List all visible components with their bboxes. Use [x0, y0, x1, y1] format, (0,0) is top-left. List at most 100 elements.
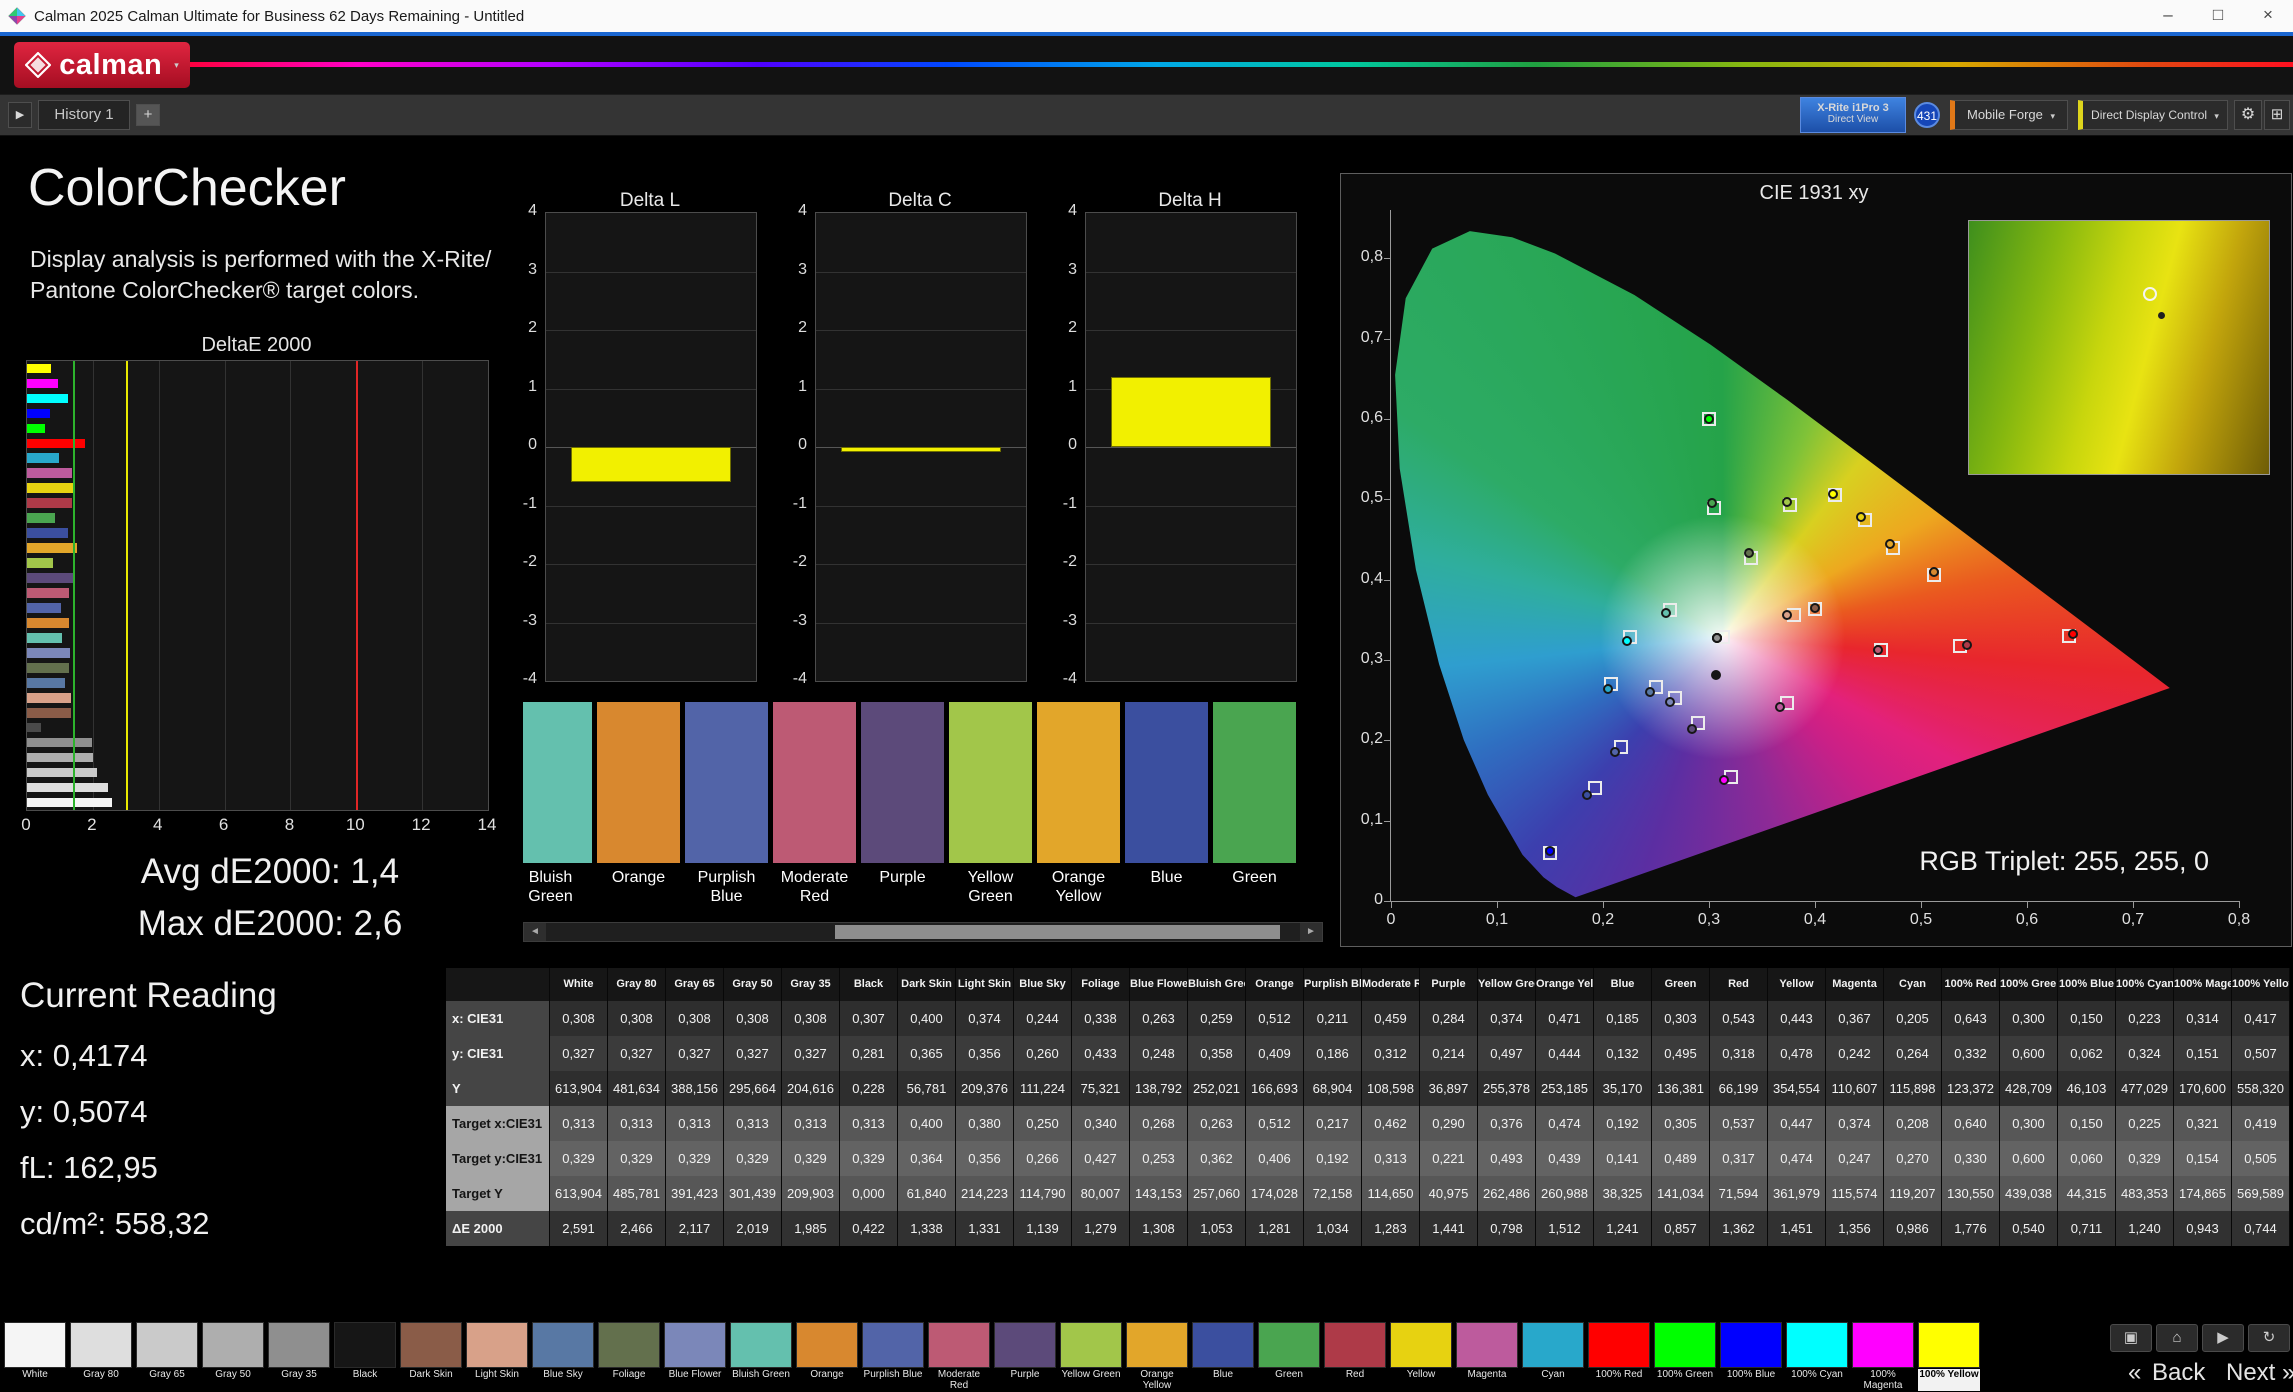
patch-item[interactable]: Gray 80 [70, 1322, 132, 1392]
patch-item[interactable]: Yellow [1390, 1322, 1452, 1392]
play-icon[interactable]: ▶ [2202, 1324, 2244, 1352]
patch-color-block [1324, 1322, 1386, 1368]
tab-history-1[interactable]: History 1 [38, 100, 130, 130]
patch-item[interactable]: Gray 50 [202, 1322, 264, 1392]
table-cell: 80,007 [1072, 1176, 1130, 1211]
table-cell: 260,988 [1536, 1176, 1594, 1211]
swatch-scrollbar[interactable]: ◄ ► [523, 922, 1323, 942]
table-cell: 0,270 [1884, 1141, 1942, 1176]
table-row: Target Y613,904485,781391,423301,439209,… [446, 1176, 2290, 1211]
back-button[interactable]: Back [2152, 1358, 2205, 1388]
source-select-button[interactable]: Mobile Forge ▾ [1950, 100, 2068, 130]
patch-item[interactable]: Red [1324, 1322, 1386, 1392]
cie-y-tick-label: 0 [1345, 891, 1383, 909]
deltae-bar [27, 768, 97, 778]
delta-y-tick-label: -3 [1045, 612, 1077, 630]
scroll-left-icon[interactable]: ◄ [524, 923, 546, 941]
table-cell: 613,904 [550, 1071, 608, 1106]
workspace-columns-icon[interactable]: ⊞ [2264, 100, 2290, 130]
patch-item[interactable]: Orange Yellow [1126, 1322, 1188, 1392]
delta-bar [571, 447, 731, 482]
add-tab-button[interactable]: + [136, 104, 160, 126]
patch-item[interactable]: 100% Yellow [1918, 1322, 1980, 1392]
close-icon[interactable]: × [2243, 0, 2293, 32]
table-cell: 0,439 [1536, 1141, 1594, 1176]
table-cell: 0,313 [724, 1106, 782, 1141]
patch-color-block [730, 1322, 792, 1368]
history-prev-icon[interactable]: ▶ [8, 102, 32, 128]
patch-label: Gray 35 [268, 1369, 330, 1391]
patch-item[interactable]: White [4, 1322, 66, 1392]
patch-item[interactable]: Black [334, 1322, 396, 1392]
table-cell: 0,422 [840, 1211, 898, 1246]
table-cell: 0,248 [1130, 1036, 1188, 1071]
patch-item[interactable]: Dark Skin [400, 1322, 462, 1392]
calman-logo[interactable]: calman ▾ [14, 42, 190, 88]
scrollbar-thumb[interactable] [835, 925, 1280, 939]
patch-item[interactable]: Blue Sky [532, 1322, 594, 1392]
patch-item[interactable]: Cyan [1522, 1322, 1584, 1392]
patch-color-block [400, 1322, 462, 1368]
patch-color-block [796, 1322, 858, 1368]
patch-label: Purplish Blue [862, 1369, 924, 1391]
gear-icon[interactable]: ⚙ [2234, 100, 2262, 130]
swatch-color-block [523, 702, 592, 863]
delta-l-plot [545, 212, 757, 682]
patch-item[interactable]: Light Skin [466, 1322, 528, 1392]
layout-icon[interactable]: ▣ [2110, 1324, 2152, 1352]
table-cell: 0,186 [1304, 1036, 1362, 1071]
table-cell: 0,307 [840, 1001, 898, 1036]
refresh-icon[interactable]: ↻ [2248, 1324, 2290, 1352]
patch-item[interactable]: Blue [1192, 1322, 1254, 1392]
next-button[interactable]: Next [2226, 1358, 2275, 1388]
table-cell: 0,264 [1884, 1036, 1942, 1071]
delta-y-tick-label: -4 [1045, 670, 1077, 688]
swatch-label: Purplish Blue [685, 868, 768, 906]
minimize-icon[interactable]: – [2143, 0, 2193, 32]
patch-item[interactable]: Orange [796, 1322, 858, 1392]
table-cell: 1,985 [782, 1211, 840, 1246]
patch-item[interactable]: Gray 65 [136, 1322, 198, 1392]
patch-item[interactable]: Moderate Red [928, 1322, 990, 1392]
deltae-bar [27, 603, 61, 613]
table-corner-cell [446, 968, 550, 1001]
patch-item[interactable]: Purplish Blue [862, 1322, 924, 1392]
patch-item[interactable]: Magenta [1456, 1322, 1518, 1392]
patch-item[interactable]: Foliage [598, 1322, 660, 1392]
patch-item[interactable]: 100% Green [1654, 1322, 1716, 1392]
maximize-icon[interactable]: □ [2193, 0, 2243, 32]
table-cell: 2,591 [550, 1211, 608, 1246]
patch-item[interactable]: Green [1258, 1322, 1320, 1392]
table-cell: 38,325 [1594, 1176, 1652, 1211]
meter-select-button[interactable]: X-Rite i1Pro 3 Direct View [1800, 97, 1906, 133]
patch-item[interactable]: 100% Cyan [1786, 1322, 1848, 1392]
cie-measured-dot [1704, 414, 1714, 424]
deltae-bar [27, 573, 74, 583]
table-cell: 0,365 [898, 1036, 956, 1071]
measurement-table: WhiteGray 80Gray 65Gray 50Gray 35BlackDa… [446, 968, 2290, 1246]
delta-gridline [546, 506, 756, 507]
patch-label: Blue Sky [532, 1369, 594, 1391]
patch-item[interactable]: 100% Blue [1720, 1322, 1782, 1392]
patch-item[interactable]: 100% Magenta [1852, 1322, 1914, 1392]
table-cell: 0,217 [1304, 1106, 1362, 1141]
patch-item[interactable]: Bluish Green [730, 1322, 792, 1392]
scroll-right-icon[interactable]: ► [1300, 923, 1322, 941]
deltae-bar [27, 648, 70, 658]
table-cell: 0,250 [1014, 1106, 1072, 1141]
table-cell: 0,364 [898, 1141, 956, 1176]
patch-item[interactable]: Blue Flower [664, 1322, 726, 1392]
table-cell: 44,315 [2058, 1176, 2116, 1211]
patch-item[interactable]: Purple [994, 1322, 1056, 1392]
patch-item[interactable]: 100% Red [1588, 1322, 1650, 1392]
back-arrow-icon[interactable]: « [2128, 1358, 2141, 1388]
display-control-button[interactable]: Direct Display Control ▾ [2078, 100, 2228, 130]
patch-item[interactable]: Gray 35 [268, 1322, 330, 1392]
home-icon[interactable]: ⌂ [2156, 1324, 2198, 1352]
next-arrow-icon[interactable]: » [2282, 1358, 2293, 1388]
table-cell: 253,185 [1536, 1071, 1594, 1106]
table-cell: 0,318 [1710, 1036, 1768, 1071]
table-header-cell: 100% Yellow [2232, 968, 2290, 1001]
patch-item[interactable]: Yellow Green [1060, 1322, 1122, 1392]
table-cell: 0,308 [782, 1001, 840, 1036]
